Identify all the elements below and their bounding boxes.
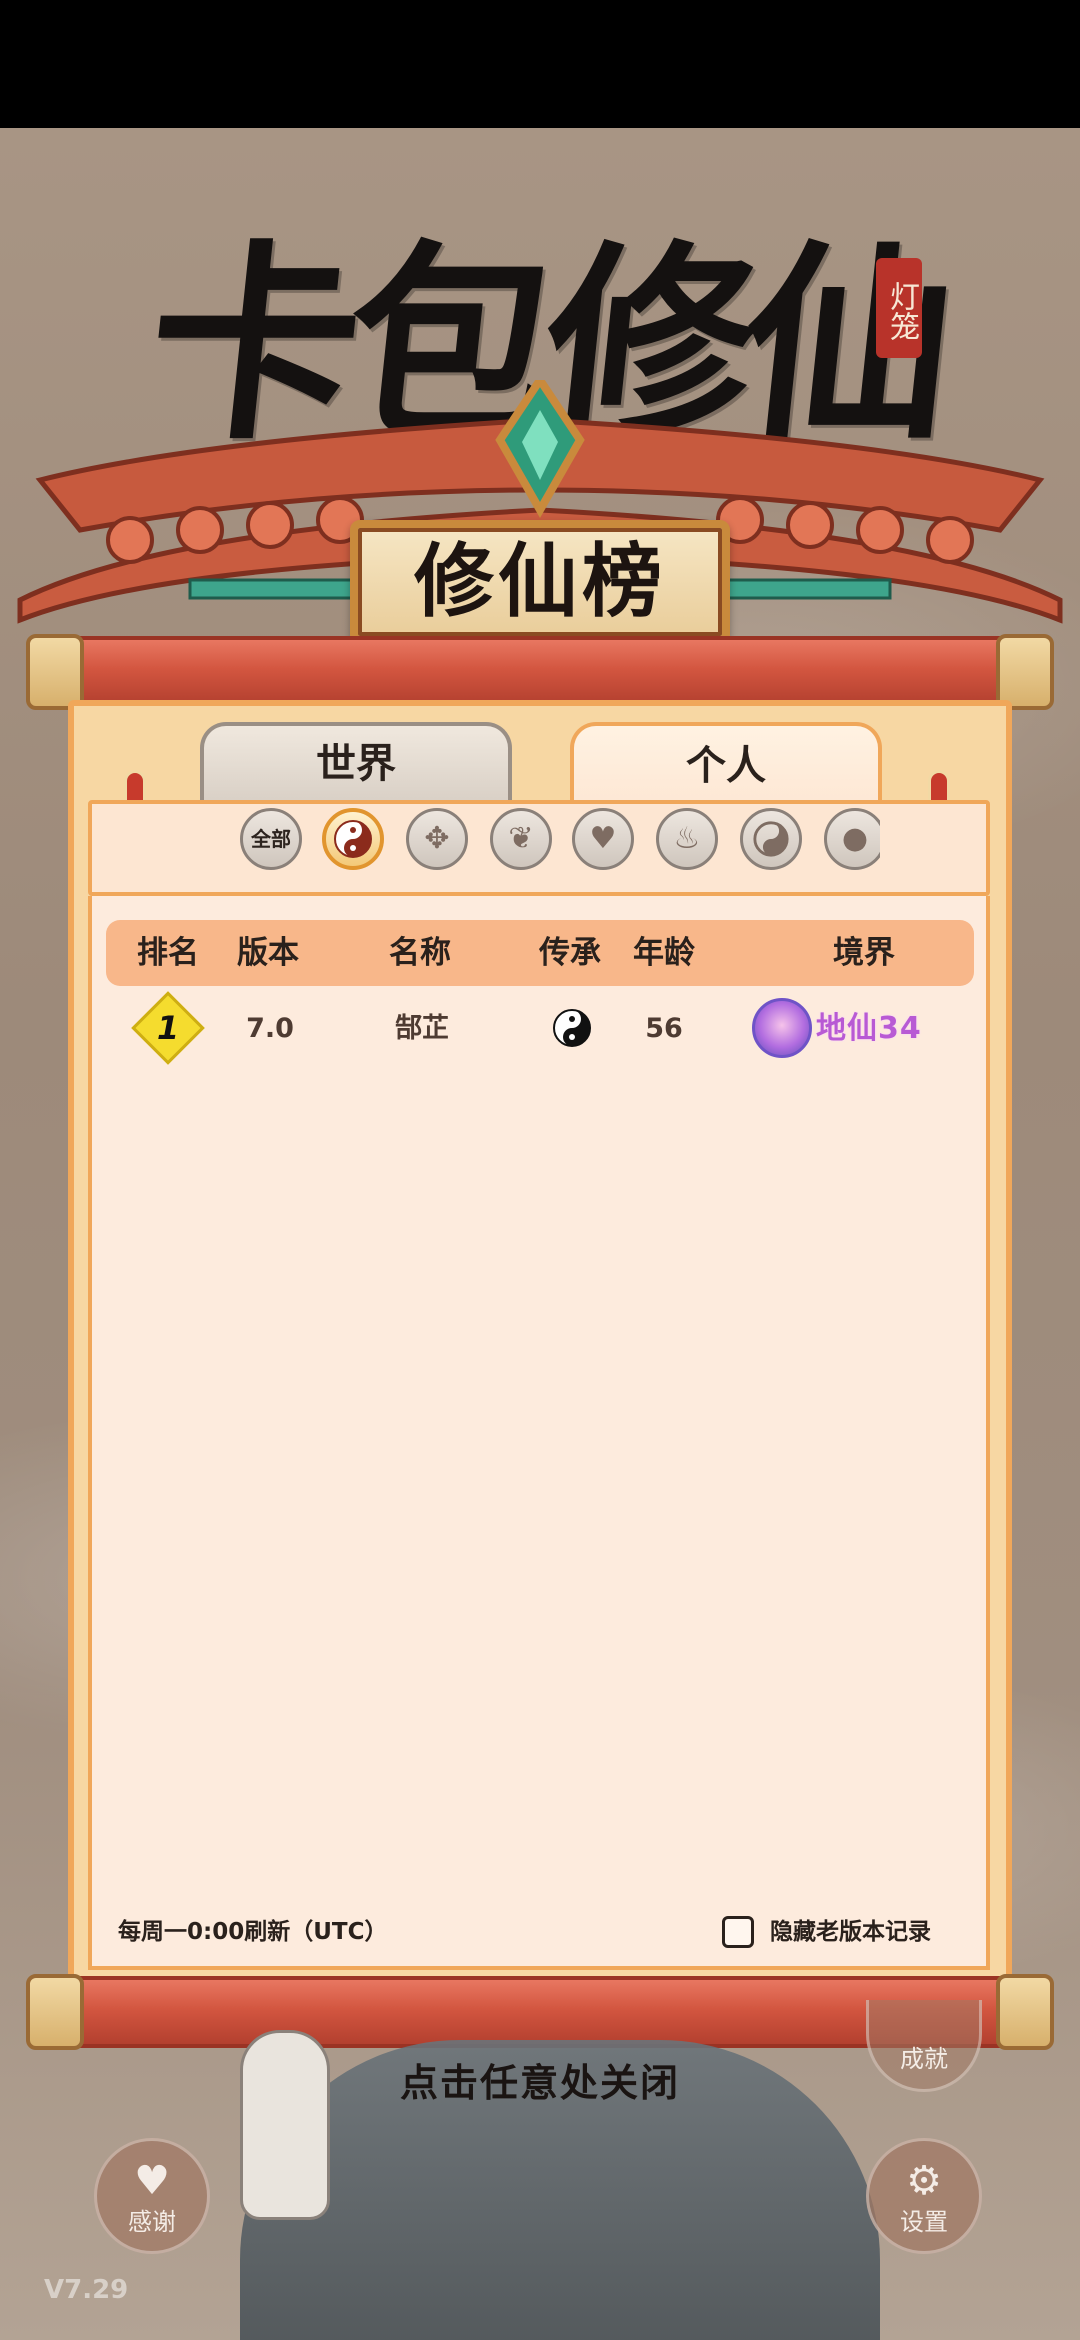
- realm-emblem-icon: [752, 998, 812, 1058]
- tab-personal[interactable]: 个人: [570, 722, 882, 806]
- filter-heart-button[interactable]: ♥: [572, 808, 634, 870]
- sword-emblem-icon: ✥: [424, 821, 450, 856]
- yin-yang-icon: [334, 820, 372, 858]
- roller-cap-right: [996, 634, 1054, 710]
- column-header-realm: 境界: [833, 935, 895, 971]
- column-header-rank: 排名: [137, 935, 199, 971]
- heart-icon: ♥: [589, 821, 617, 856]
- person-heart-icon: ♥: [134, 2158, 170, 2204]
- refresh-note: 每周一0:00刷新（UTC）: [118, 1919, 388, 1945]
- filter-flame-button[interactable]: ♨: [656, 808, 718, 870]
- scroll-roller-top: [26, 634, 1054, 710]
- filter-all-label: 全部: [251, 827, 291, 851]
- roller-cap-left: [26, 1974, 84, 2050]
- filter-sword-button[interactable]: ✥: [406, 808, 468, 870]
- column-header-inheritance: 传承: [539, 935, 601, 971]
- game-screen[interactable]: 卡包修仙 灯笼 修仙榜 世界 个人 全部 ✥ ❦ ♥ ♨ ● 排名 版本 名称 …: [0, 0, 1080, 2340]
- yin-yang-icon: [553, 1009, 591, 1047]
- roller-cap-right: [996, 1974, 1054, 2050]
- title-seal-stamp: 灯笼: [876, 258, 922, 358]
- open-book-icon: ❦: [508, 821, 534, 856]
- filter-yin-yang-button[interactable]: [322, 808, 384, 870]
- version-label: V7.29: [44, 2275, 129, 2305]
- settings-label: 设置: [900, 2208, 948, 2236]
- flame-icon: ♨: [673, 821, 701, 856]
- cell-name: 郜芷: [395, 1013, 449, 1044]
- filter-book-button[interactable]: ❦: [490, 808, 552, 870]
- column-header-version: 版本: [237, 935, 299, 971]
- filter-more-button[interactable]: ●: [824, 808, 880, 870]
- filter-overflow-clip: ●: [820, 800, 880, 896]
- leaderboard-table[interactable]: [88, 896, 990, 1970]
- partial-icon: ●: [841, 821, 869, 856]
- filter-spiral-button[interactable]: [740, 808, 802, 870]
- gear-icon: ⚙: [906, 2158, 942, 2204]
- status-bar: [0, 0, 1080, 128]
- roller-cap-left: [26, 634, 84, 710]
- hide-old-versions-label[interactable]: 隐藏老版本记录: [770, 1915, 931, 1949]
- hide-old-versions-checkbox[interactable]: [722, 1916, 754, 1948]
- thanks-label: 感谢: [128, 2208, 176, 2236]
- cell-realm: 地仙34: [816, 1011, 922, 1046]
- settings-button[interactable]: ⚙ 设置: [866, 2138, 982, 2254]
- filter-all-button[interactable]: 全部: [240, 808, 302, 870]
- cell-version: 7.0: [246, 1013, 294, 1044]
- leaderboard-plaque: 修仙榜: [350, 520, 730, 644]
- cell-age: 56: [645, 1013, 683, 1044]
- spiral-yin-yang-icon: [753, 821, 789, 857]
- thanks-button[interactable]: ♥ 感谢: [94, 2138, 210, 2254]
- rank-number: 1: [156, 1009, 180, 1047]
- tab-world[interactable]: 世界: [200, 722, 512, 802]
- column-header-name: 名称: [389, 935, 451, 971]
- column-header-age: 年龄: [633, 935, 695, 971]
